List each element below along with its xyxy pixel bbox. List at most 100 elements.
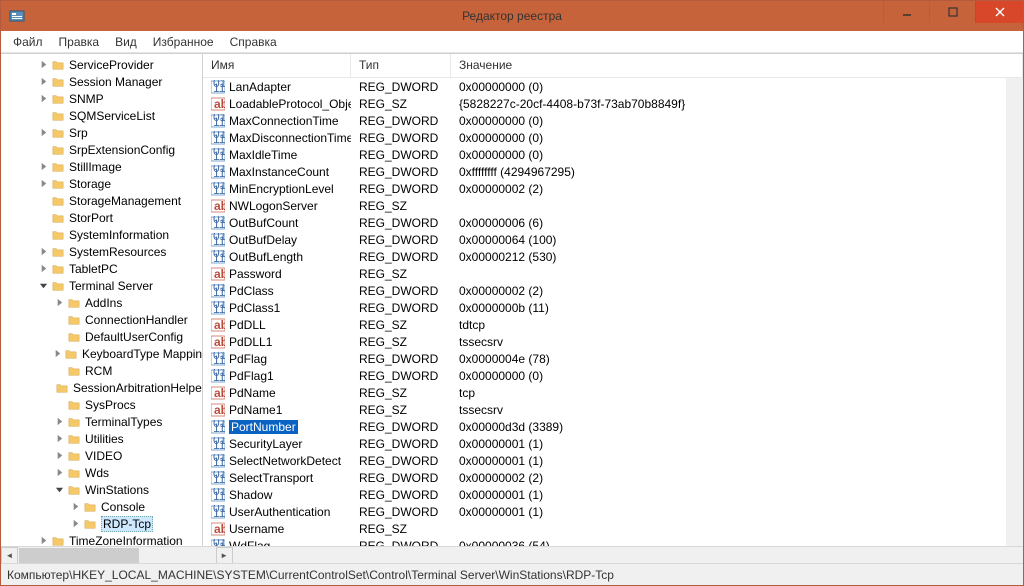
- tree-node[interactable]: WinStations: [1, 481, 202, 498]
- value-row[interactable]: PdClassREG_DWORD0x00000002 (2): [203, 282, 1006, 299]
- scroll-thumb[interactable]: [19, 548, 139, 563]
- value-row[interactable]: LanAdapterREG_DWORD0x00000000 (0): [203, 78, 1006, 95]
- col-type[interactable]: Тип: [351, 54, 451, 77]
- value-row[interactable]: PdFlag1REG_DWORD0x00000000 (0): [203, 367, 1006, 384]
- value-row[interactable]: PdNameREG_SZtcp: [203, 384, 1006, 401]
- menu-файл[interactable]: Файл: [5, 33, 51, 51]
- scroll-left-button[interactable]: ◄: [1, 547, 18, 564]
- expander-closed-icon[interactable]: [37, 246, 49, 258]
- expander-closed-icon[interactable]: [53, 348, 62, 360]
- value-row[interactable]: SelectNetworkDetectREG_DWORD0x00000001 (…: [203, 452, 1006, 469]
- close-button[interactable]: [975, 1, 1023, 23]
- tree-node-label: SQMServiceList: [69, 109, 155, 123]
- tree-node[interactable]: StillImage: [1, 158, 202, 175]
- expander-closed-icon[interactable]: [37, 93, 49, 105]
- tree-node[interactable]: SysProcs: [1, 396, 202, 413]
- value-row[interactable]: PdDLLREG_SZtdtcp: [203, 316, 1006, 333]
- value-row[interactable]: SelectTransportREG_DWORD0x00000002 (2): [203, 469, 1006, 486]
- minimize-button[interactable]: [883, 1, 929, 23]
- col-name[interactable]: Имя: [203, 54, 351, 77]
- expander-closed-icon[interactable]: [37, 178, 49, 190]
- tree-node[interactable]: ServiceProvider: [1, 56, 202, 73]
- tree-node[interactable]: AddIns: [1, 294, 202, 311]
- value-row[interactable]: NWLogonServerREG_SZ: [203, 197, 1006, 214]
- expander-closed-icon[interactable]: [69, 518, 81, 530]
- value-row[interactable]: PasswordREG_SZ: [203, 265, 1006, 282]
- binary-value-icon: [211, 420, 225, 434]
- value-row[interactable]: MinEncryptionLevelREG_DWORD0x00000002 (2…: [203, 180, 1006, 197]
- value-row[interactable]: PdFlagREG_DWORD0x0000004e (78): [203, 350, 1006, 367]
- value-row[interactable]: MaxConnectionTimeREG_DWORD0x00000000 (0): [203, 112, 1006, 129]
- tree-node[interactable]: Terminal Server: [1, 277, 202, 294]
- tree-node[interactable]: ConnectionHandler: [1, 311, 202, 328]
- tree-node[interactable]: TabletPC: [1, 260, 202, 277]
- tree-node[interactable]: StorageManagement: [1, 192, 202, 209]
- tree-node[interactable]: SQMServiceList: [1, 107, 202, 124]
- expander-closed-icon[interactable]: [37, 535, 49, 547]
- expander-closed-icon[interactable]: [37, 76, 49, 88]
- value-row[interactable]: MaxInstanceCountREG_DWORD0xffffffff (429…: [203, 163, 1006, 180]
- tree-node[interactable]: Wds: [1, 464, 202, 481]
- menu-правка[interactable]: Правка: [51, 33, 108, 51]
- scroll-right-button[interactable]: ►: [216, 547, 233, 564]
- list-header[interactable]: Имя Тип Значение: [203, 54, 1023, 78]
- list-body[interactable]: LanAdapterREG_DWORD0x00000000 (0)Loadabl…: [203, 78, 1006, 546]
- value-row[interactable]: MaxDisconnectionTimeREG_DWORD0x00000000 …: [203, 129, 1006, 146]
- value-row[interactable]: UserAuthenticationREG_DWORD0x00000001 (1…: [203, 503, 1006, 520]
- value-row[interactable]: MaxIdleTimeREG_DWORD0x00000000 (0): [203, 146, 1006, 163]
- value-row[interactable]: OutBufDelayREG_DWORD0x00000064 (100): [203, 231, 1006, 248]
- expander-closed-icon[interactable]: [53, 450, 65, 462]
- list-vertical-scrollbar[interactable]: [1006, 78, 1023, 546]
- tree-node[interactable]: VIDEO: [1, 447, 202, 464]
- value-row[interactable]: OutBufCountREG_DWORD0x00000006 (6): [203, 214, 1006, 231]
- expander-closed-icon[interactable]: [53, 297, 65, 309]
- expander-closed-icon[interactable]: [69, 501, 81, 513]
- value-row[interactable]: ShadowREG_DWORD0x00000001 (1): [203, 486, 1006, 503]
- tree-horizontal-scrollbar[interactable]: ◄ ►: [1, 546, 1023, 563]
- tree-node[interactable]: StorPort: [1, 209, 202, 226]
- value-row[interactable]: WdFlagREG_DWORD0x00000036 (54): [203, 537, 1006, 546]
- tree-node[interactable]: RCM: [1, 362, 202, 379]
- value-row[interactable]: SecurityLayerREG_DWORD0x00000001 (1): [203, 435, 1006, 452]
- value-row[interactable]: OutBufLengthREG_DWORD0x00000212 (530): [203, 248, 1006, 265]
- menu-избранное[interactable]: Избранное: [145, 33, 222, 51]
- scroll-track[interactable]: [18, 547, 216, 563]
- expander-closed-icon[interactable]: [37, 127, 49, 139]
- tree-node[interactable]: Session Manager: [1, 73, 202, 90]
- value-row[interactable]: UsernameREG_SZ: [203, 520, 1006, 537]
- value-row[interactable]: PortNumberREG_DWORD0x00000d3d (3389): [203, 418, 1006, 435]
- value-row[interactable]: LoadableProtocol_ObjectREG_SZ{5828227c-2…: [203, 95, 1006, 112]
- expander-closed-icon[interactable]: [53, 416, 65, 428]
- tree-node[interactable]: Storage: [1, 175, 202, 192]
- tree-node[interactable]: SessionArbitrationHelper: [1, 379, 202, 396]
- tree-node[interactable]: Utilities: [1, 430, 202, 447]
- tree-node[interactable]: KeyboardType Mapping: [1, 345, 202, 362]
- menu-справка[interactable]: Справка: [222, 33, 285, 51]
- tree-node[interactable]: SystemInformation: [1, 226, 202, 243]
- expander-closed-icon[interactable]: [37, 263, 49, 275]
- binary-value-icon: [211, 148, 225, 162]
- expander-closed-icon[interactable]: [53, 433, 65, 445]
- value-row[interactable]: PdName1REG_SZtssecsrv: [203, 401, 1006, 418]
- tree-node[interactable]: RDP-Tcp: [1, 515, 202, 532]
- expander-open-icon[interactable]: [37, 280, 49, 292]
- expander-closed-icon[interactable]: [37, 59, 49, 71]
- value-row[interactable]: PdClass1REG_DWORD0x0000000b (11): [203, 299, 1006, 316]
- tree-node[interactable]: DefaultUserConfig: [1, 328, 202, 345]
- expander-closed-icon[interactable]: [37, 161, 49, 173]
- tree-node[interactable]: SystemResources: [1, 243, 202, 260]
- tree-node[interactable]: TerminalTypes: [1, 413, 202, 430]
- menu-вид[interactable]: Вид: [107, 33, 145, 51]
- tree-node[interactable]: Console: [1, 498, 202, 515]
- titlebar[interactable]: Редактор реестра: [1, 1, 1023, 31]
- tree-node[interactable]: SNMP: [1, 90, 202, 107]
- maximize-button[interactable]: [929, 1, 975, 23]
- tree-pane[interactable]: ServiceProviderSession ManagerSNMP SQMSer…: [1, 54, 203, 546]
- value-row[interactable]: PdDLL1REG_SZtssecsrv: [203, 333, 1006, 350]
- tree-node[interactable]: TimeZoneInformation: [1, 532, 202, 546]
- expander-open-icon[interactable]: [53, 484, 65, 496]
- tree-node[interactable]: SrpExtensionConfig: [1, 141, 202, 158]
- tree-node[interactable]: Srp: [1, 124, 202, 141]
- col-value[interactable]: Значение: [451, 54, 1023, 77]
- expander-closed-icon[interactable]: [53, 467, 65, 479]
